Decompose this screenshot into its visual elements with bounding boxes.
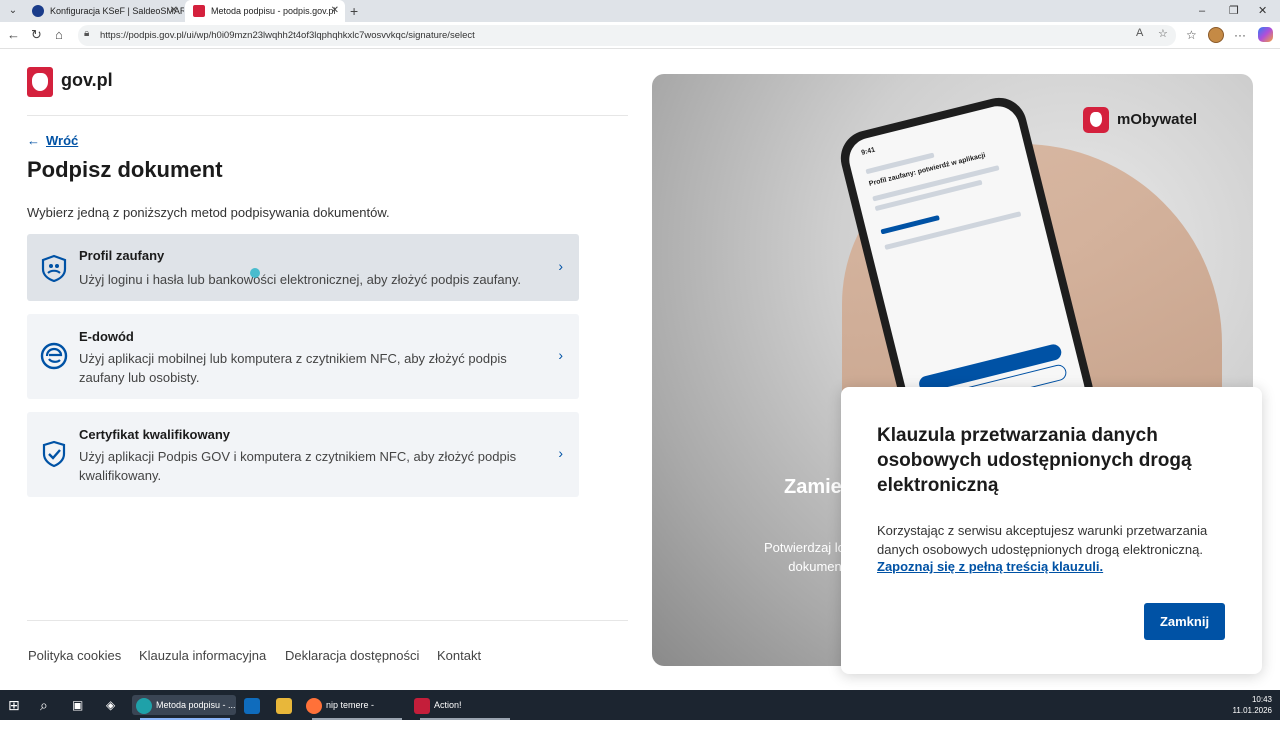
tab-label: Konfiguracja KSeF | SaldeoSMART — [50, 6, 184, 16]
edge-icon — [136, 697, 152, 714]
search-icon[interactable]: ⌕ — [40, 695, 48, 715]
dialog-text: Korzystając z serwisu akceptujesz warunk… — [877, 523, 1208, 557]
url-text[interactable]: https://podpis.gov.pl/ui/wp/h0i09mzn23lw… — [100, 25, 475, 46]
windows-start-icon[interactable]: ⊞ — [8, 695, 20, 715]
page: gov.pl ← Wróć Podpisz dokument Wybierz je… — [0, 50, 1280, 690]
chevron-right-icon: › — [558, 258, 563, 274]
taskbar-item-firefox[interactable]: nip temere - Szukaj... — [306, 695, 410, 730]
method-card-e-id[interactable]: E-dowód Użyj aplikacji mobilnej lub komp… — [27, 314, 579, 399]
profile-avatar[interactable] — [1208, 27, 1224, 43]
method-card-qualified-certificate[interactable]: Certyfikat kwalifikowany Użyj aplikacji … — [27, 412, 579, 497]
maximize-icon[interactable]: ❐ — [1229, 2, 1239, 20]
e-id-icon — [40, 342, 68, 370]
tab-label: Metoda podpisu - podpis.gov.pl — [211, 6, 336, 16]
clock-date: 11.01.2026 — [1232, 706, 1272, 715]
favorite-star-icon[interactable]: ☆ — [1158, 27, 1168, 40]
tab-saldeo[interactable]: Konfiguracja KSeF | SaldeoSMART ✕ — [24, 0, 184, 22]
privacy-clause-dialog: Klauzula przetwarzania danych osobowych … — [841, 387, 1262, 674]
more-menu-icon[interactable]: ··· — [1234, 28, 1246, 42]
action-icon — [414, 697, 430, 714]
mobywatel-brand: mObywatel — [1117, 111, 1198, 128]
taskbar-item-action[interactable]: Action! — [414, 695, 514, 715]
footer-link-contact[interactable]: Kontakt — [437, 648, 481, 663]
favorites-icon[interactable]: ☆ — [1186, 28, 1197, 42]
back-label: Wróć — [46, 133, 79, 148]
close-tab-icon[interactable]: ✕ — [170, 0, 178, 22]
trusted-profile-icon — [41, 254, 67, 282]
new-tab-icon[interactable]: + — [350, 2, 358, 20]
windows-taskbar: ⊞ ⌕ ▣ ◈ Metoda podpisu - ... nip temere … — [0, 690, 1280, 730]
chevron-right-icon: › — [558, 445, 563, 461]
taskbar-item-edge[interactable]: Metoda podpisu - ... — [132, 695, 236, 715]
hero-heading: Zamie — [784, 476, 842, 498]
reload-icon[interactable]: ↻ — [31, 27, 42, 43]
outlook-icon[interactable] — [244, 695, 264, 715]
read-aloud-icon[interactable]: A — [1136, 27, 1143, 39]
method-description: Użyj loginu i hasła lub bankowości elekt… — [79, 272, 521, 287]
home-icon[interactable]: ⌂ — [55, 27, 63, 43]
method-title: Profil zaufany — [79, 248, 165, 263]
mouse-cursor-highlight — [250, 268, 260, 278]
close-window-icon[interactable]: ✕ — [1258, 2, 1267, 20]
browser-tab-bar: ⌄ Konfiguracja KSeF | SaldeoSMART ✕ Meto… — [0, 0, 1280, 22]
firefox-icon — [306, 697, 322, 714]
tab-podpis[interactable]: Metoda podpisu - podpis.gov.pl ✕ — [185, 0, 345, 22]
divider — [27, 620, 628, 621]
divider — [27, 115, 628, 116]
method-title: E-dowód — [79, 329, 134, 344]
back-link[interactable]: ← Wróć — [27, 133, 78, 148]
footer-link-cookies[interactable]: Polityka cookies — [28, 648, 121, 663]
intro-text: Wybierz jedną z poniższych metod podpisy… — [27, 205, 390, 220]
mobywatel-logo-icon — [1083, 107, 1109, 133]
footer-link-accessibility[interactable]: Deklaracja dostępności — [285, 648, 419, 663]
url-field[interactable]: 🔒︎ https://podpis.gov.pl/ui/wp/h0i09mzn2… — [78, 25, 1176, 46]
qualified-certificate-icon — [42, 440, 66, 468]
dialog-title: Klauzula przetwarzania danych osobowych … — [877, 425, 1192, 496]
saldeo-favicon-icon — [32, 5, 44, 17]
arrow-left-icon: ← — [27, 133, 40, 148]
lock-icon[interactable]: 🔒︎ — [84, 28, 89, 39]
file-explorer-icon[interactable] — [276, 695, 296, 715]
back-icon[interactable]: ← — [7, 27, 20, 43]
task-view-icon[interactable]: ▣ — [72, 695, 83, 715]
system-clock[interactable]: 10:43 11.01.2026 — [1233, 694, 1272, 716]
method-description: Użyj aplikacji mobilnej lub komputera z … — [79, 351, 507, 385]
app-pinned-icon[interactable]: ◈ — [106, 695, 115, 715]
tab-actions-icon[interactable]: ⌄ — [4, 3, 22, 19]
chevron-right-icon: › — [558, 347, 563, 363]
minimize-icon[interactable]: – — [1199, 2, 1205, 20]
gov-favicon-icon — [193, 5, 205, 17]
close-dialog-button[interactable]: Zamknij — [1144, 603, 1225, 640]
full-clause-link[interactable]: Zapoznaj się z pełną treścią klauzuli. — [877, 559, 1103, 574]
close-tab-icon[interactable]: ✕ — [331, 0, 339, 22]
address-bar: ← ↻ ⌂ 🔒︎ https://podpis.gov.pl/ui/wp/h0i… — [0, 22, 1280, 49]
copilot-icon[interactable] — [1258, 27, 1273, 42]
footer-link-info-clause[interactable]: Klauzula informacyjna — [139, 648, 266, 663]
method-card-trusted-profile[interactable]: Profil zaufany Użyj loginu i hasła lub b… — [27, 234, 579, 301]
clock-time: 10:43 — [1251, 695, 1272, 704]
method-description: Użyj aplikacji Podpis GOV i komputera z … — [79, 449, 517, 483]
gov-eagle-logo-icon[interactable] — [27, 67, 53, 97]
site-logo-text[interactable]: gov.pl — [61, 70, 113, 91]
method-title: Certyfikat kwalifikowany — [79, 427, 230, 442]
page-title: Podpisz dokument — [27, 157, 223, 182]
